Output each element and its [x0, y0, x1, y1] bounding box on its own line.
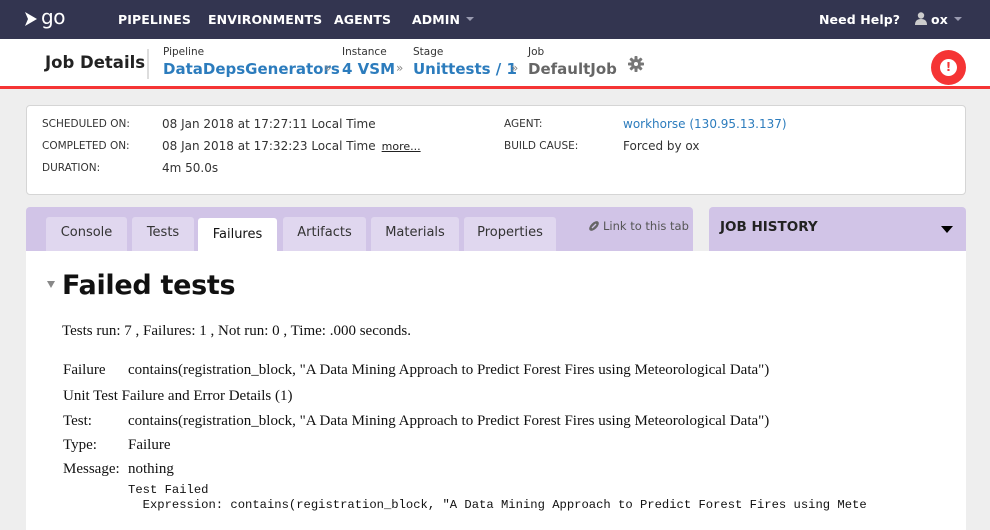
- link-to-tab-label: Link to this tab: [603, 219, 689, 233]
- nav-agents[interactable]: AGENTS: [334, 0, 391, 39]
- tab-failures[interactable]: Failures: [198, 218, 277, 251]
- user-name: ox: [931, 12, 948, 27]
- completed-on-row: 08 Jan 2018 at 17:32:23 Local Time more..…: [162, 139, 421, 153]
- caret-down-icon[interactable]: [941, 226, 953, 233]
- stack-trace-line: Test Failed: [128, 483, 209, 497]
- scheduled-on-value: 08 Jan 2018 at 17:27:11 Local Time: [162, 117, 376, 131]
- nav-environments-label: ENVIRONMENTS: [208, 12, 323, 27]
- agent-link[interactable]: workhorse (130.95.13.137): [623, 117, 787, 131]
- job-history-title: JOB HISTORY: [720, 219, 818, 235]
- breadcrumb-job-value: DefaultJob: [528, 60, 617, 78]
- collapse-toggle-icon[interactable]: [47, 281, 55, 288]
- alert-icon: !: [940, 59, 957, 76]
- breadcrumb-separator: »: [511, 61, 519, 75]
- duration-value: 4m 50.0s: [162, 161, 219, 175]
- completed-on-value: 08 Jan 2018 at 17:32:23 Local Time: [162, 139, 376, 153]
- build-cause-value: Forced by ox: [623, 139, 700, 153]
- breadcrumb-job: Job DefaultJob: [528, 46, 617, 79]
- breadcrumb-pipeline: Pipeline DataDepsGenerators: [163, 46, 340, 79]
- breadcrumb-separator: »: [324, 61, 332, 75]
- go-logo[interactable]: go: [24, 5, 65, 30]
- nav-environments[interactable]: ENVIRONMENTS: [208, 0, 322, 39]
- alert-button[interactable]: !: [931, 50, 966, 85]
- scheduled-on-label: SCHEDULED ON:: [42, 118, 130, 130]
- page-margin: [966, 251, 990, 530]
- gear-icon[interactable]: [628, 56, 644, 72]
- test-value: contains(registration_block, "A Data Min…: [128, 413, 770, 429]
- test-label: Test:: [63, 413, 92, 429]
- go-logo-icon: [25, 12, 37, 26]
- need-help-label: Need Help?: [819, 12, 901, 27]
- nav-admin[interactable]: ADMIN: [412, 0, 475, 39]
- tab-artifacts[interactable]: Artifacts: [283, 217, 366, 251]
- job-summary-card: SCHEDULED ON: 08 Jan 2018 at 17:27:11 Lo…: [26, 105, 966, 195]
- tab-properties-label: Properties: [477, 225, 543, 240]
- type-value: Failure: [128, 437, 171, 453]
- completed-on-label: COMPLETED ON:: [42, 140, 130, 152]
- failure-value: contains(registration_block, "A Data Min…: [128, 362, 770, 378]
- nav-admin-label: ADMIN: [412, 12, 461, 27]
- tab-materials-label: Materials: [385, 225, 445, 240]
- message-value: nothing: [128, 461, 174, 477]
- tab-console[interactable]: Console: [46, 217, 127, 251]
- tab-failures-label: Failures: [212, 227, 263, 242]
- tab-tests-label: Tests: [146, 225, 180, 240]
- nav-agents-label: AGENTS: [334, 12, 392, 27]
- breadcrumb-instance-link[interactable]: 4 VSM: [342, 59, 395, 79]
- more-link[interactable]: more...: [382, 140, 421, 153]
- tests-summary: Tests run: 7 , Failures: 1 , Not run: 0 …: [62, 323, 411, 339]
- breadcrumb-separator: »: [396, 61, 404, 75]
- job-history-panel[interactable]: JOB HISTORY: [709, 207, 966, 251]
- details-heading: Unit Test Failure and Error Details (1): [63, 388, 293, 404]
- type-label: Type:: [63, 437, 97, 453]
- failure-label: Failure: [63, 362, 106, 378]
- nav-pipelines-label: PIPELINES: [118, 12, 192, 27]
- header-divider: [147, 49, 149, 79]
- chevron-down-icon: [466, 16, 475, 21]
- link-icon: [589, 220, 599, 231]
- duration-label: DURATION:: [42, 162, 101, 174]
- agent-label: AGENT:: [504, 118, 543, 130]
- tab-console-label: Console: [60, 225, 113, 240]
- breadcrumb-stage-label: Stage: [413, 46, 444, 58]
- breadcrumb-stage-link[interactable]: Unittests / 1: [413, 59, 517, 79]
- chevron-down-icon: [953, 16, 962, 21]
- user-icon: [915, 12, 927, 25]
- job-tabs: Console Tests Failures Artifacts Materia…: [26, 207, 693, 251]
- tab-materials[interactable]: Materials: [371, 217, 459, 251]
- failed-tests-heading: Failed tests: [62, 270, 236, 301]
- breadcrumb-instance: Instance 4 VSM: [342, 46, 395, 79]
- user-menu[interactable]: ox: [915, 0, 962, 39]
- tab-properties[interactable]: Properties: [464, 217, 556, 251]
- tab-tests[interactable]: Tests: [132, 217, 194, 251]
- page-header: Job Details Pipeline DataDepsGenerators …: [0, 39, 990, 89]
- breadcrumb-pipeline-link[interactable]: DataDepsGenerators: [163, 59, 340, 79]
- breadcrumb-stage: Stage Unittests / 1: [413, 46, 517, 79]
- breadcrumb-instance-label: Instance: [342, 46, 387, 58]
- logo-text: go: [41, 5, 65, 29]
- nav-pipelines[interactable]: PIPELINES: [118, 0, 191, 39]
- page-title: Job Details: [45, 53, 146, 72]
- build-cause-label: BUILD CAUSE:: [504, 140, 579, 152]
- top-navigation: go PIPELINES ENVIRONMENTS AGENTS ADMIN N…: [0, 0, 990, 39]
- failures-content: Failed tests Tests run: 7 , Failures: 1 …: [26, 251, 966, 530]
- link-to-tab[interactable]: Link to this tab: [588, 219, 689, 233]
- need-help-link[interactable]: Need Help?: [819, 0, 900, 39]
- message-label: Message:: [63, 461, 120, 477]
- breadcrumb-job-label: Job: [528, 46, 545, 58]
- breadcrumb-pipeline-label: Pipeline: [163, 46, 205, 58]
- tab-artifacts-label: Artifacts: [297, 225, 352, 240]
- stack-trace-line: Expression: contains(registration_block,…: [128, 498, 867, 512]
